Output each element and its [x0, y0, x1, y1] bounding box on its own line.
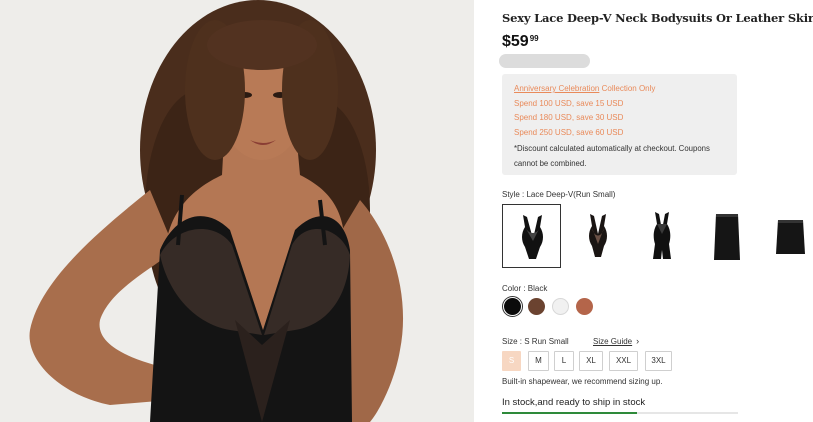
stock-progress-track	[502, 412, 738, 414]
color-swatch-white[interactable]	[552, 298, 569, 315]
size-options: S M L XL XXL 3XL	[502, 351, 742, 371]
promo-note: *Discount calculated automatically at ch…	[514, 144, 710, 168]
leather-skirt-short-icon	[776, 220, 805, 254]
color-swatch-black[interactable]	[502, 296, 523, 317]
style-label: Style : Lace Deep-V(Run Small)	[502, 190, 616, 199]
promo-tier: Spend 100 USD, save 15 USD	[514, 98, 624, 108]
promo-headline-rest: Collection Only	[599, 84, 656, 93]
color-options	[502, 296, 602, 317]
placeholder-badge	[499, 54, 590, 68]
size-label: Size : S Run Small	[502, 337, 569, 346]
stock-progress-fill	[502, 412, 637, 414]
size-guide-link[interactable]: Size Guide ›	[593, 336, 639, 346]
size-option-xl[interactable]: XL	[579, 351, 603, 371]
size-option-s[interactable]: S	[502, 351, 521, 371]
style-option-lace-variant[interactable]	[568, 204, 627, 268]
price-cents: 99	[529, 34, 539, 43]
chevron-right-icon: ›	[636, 336, 640, 346]
product-price: $5999	[502, 33, 539, 51]
style-options	[502, 204, 812, 268]
promo-headline: Anniversary Celebration Collection Only	[514, 82, 725, 97]
product-photo	[0, 0, 474, 422]
color-label: Color : Black	[502, 284, 548, 293]
promo-link[interactable]: Anniversary Celebration	[514, 84, 599, 93]
style-option-leather-skirt[interactable]	[698, 204, 757, 268]
product-info-panel: Sexy Lace Deep-V Neck Bodysuits Or Leath…	[499, 0, 813, 422]
promo-box: Anniversary Celebration Collection Only …	[502, 74, 737, 175]
style-option-shorts-bodysuit[interactable]	[632, 204, 691, 268]
size-option-l[interactable]: L	[554, 351, 574, 371]
lace-bodysuit-icon	[589, 214, 607, 257]
color-swatch-terracotta[interactable]	[576, 298, 593, 315]
size-option-3xl[interactable]: 3XL	[645, 351, 672, 371]
lace-bodysuit-icon	[522, 215, 543, 259]
promo-tier: Spend 180 USD, save 30 USD	[514, 113, 624, 122]
size-option-m[interactable]: M	[528, 351, 549, 371]
size-hint: Built-in shapewear, we recommend sizing …	[502, 377, 663, 386]
leather-skirt-icon	[714, 214, 740, 260]
promo-tier: Spend 250 USD, save 60 USD	[514, 127, 624, 137]
product-title: Sexy Lace Deep-V Neck Bodysuits Or Leath…	[502, 11, 813, 25]
price-main: $59	[502, 33, 529, 50]
color-swatch-brown[interactable]	[528, 298, 545, 315]
stock-status: In stock,and ready to ship in stock	[502, 397, 646, 408]
shorts-bodysuit-icon	[653, 212, 671, 259]
style-option-lace-deep-v[interactable]	[502, 204, 561, 268]
size-guide-label: Size Guide	[593, 337, 633, 346]
style-option-leather-skirt-short[interactable]	[762, 204, 813, 268]
size-option-xxl[interactable]: XXL	[609, 351, 638, 371]
